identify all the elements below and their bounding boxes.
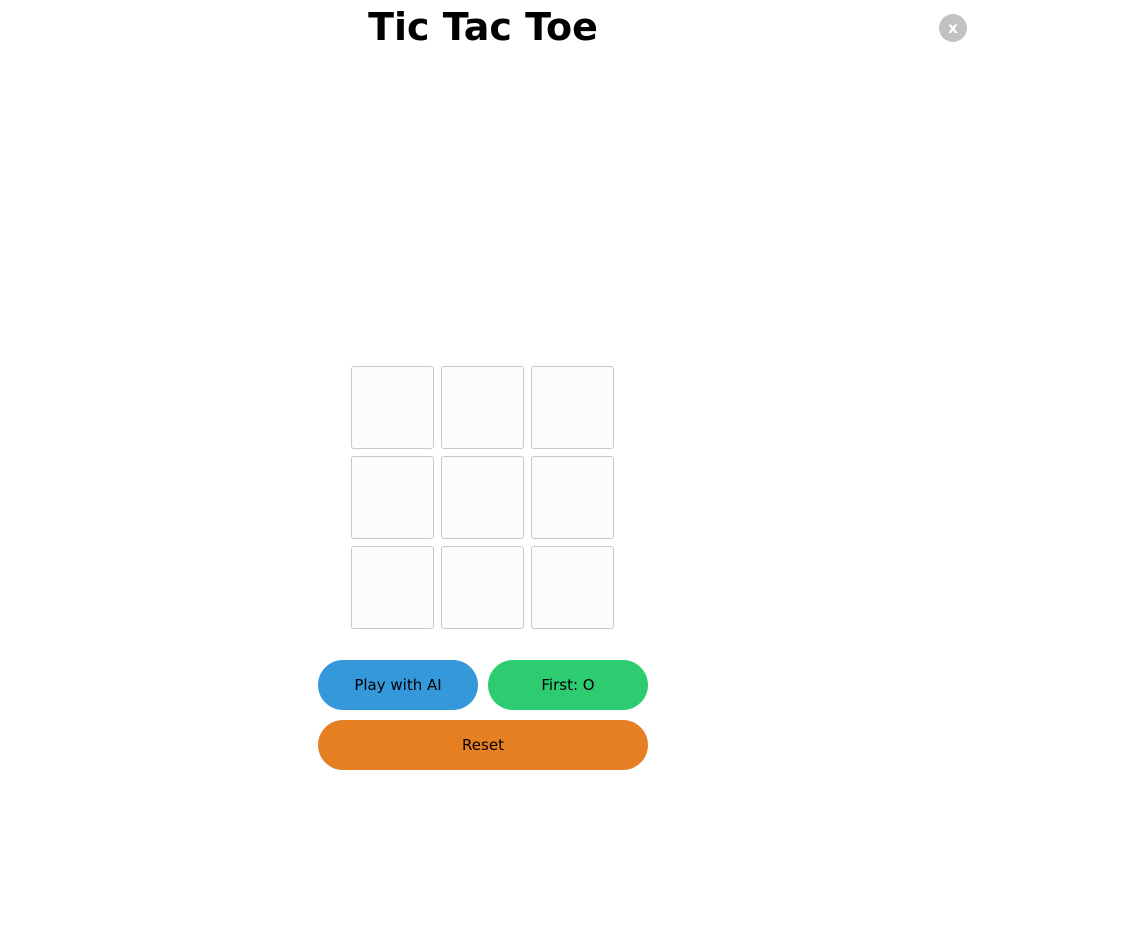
- board-cell-3[interactable]: [531, 366, 614, 449]
- board-cell-8[interactable]: [441, 546, 524, 629]
- board-cell-2[interactable]: [441, 366, 524, 449]
- page-title: Tic Tac Toe: [368, 5, 598, 49]
- play-with-ai-button[interactable]: Play with AI: [318, 660, 478, 710]
- board-cell-4[interactable]: [351, 456, 434, 539]
- first-player-button[interactable]: First: O: [488, 660, 648, 710]
- board-cell-1[interactable]: [351, 366, 434, 449]
- board-cell-9[interactable]: [531, 546, 614, 629]
- reset-button[interactable]: Reset: [318, 720, 648, 770]
- board-cell-6[interactable]: [531, 456, 614, 539]
- board-cell-7[interactable]: [351, 546, 434, 629]
- close-button[interactable]: x: [939, 14, 967, 42]
- board-cell-5[interactable]: [441, 456, 524, 539]
- game-board: [351, 366, 614, 629]
- game-page: Tic Tac Toe x Play with AI First: O Rese…: [0, 0, 1128, 941]
